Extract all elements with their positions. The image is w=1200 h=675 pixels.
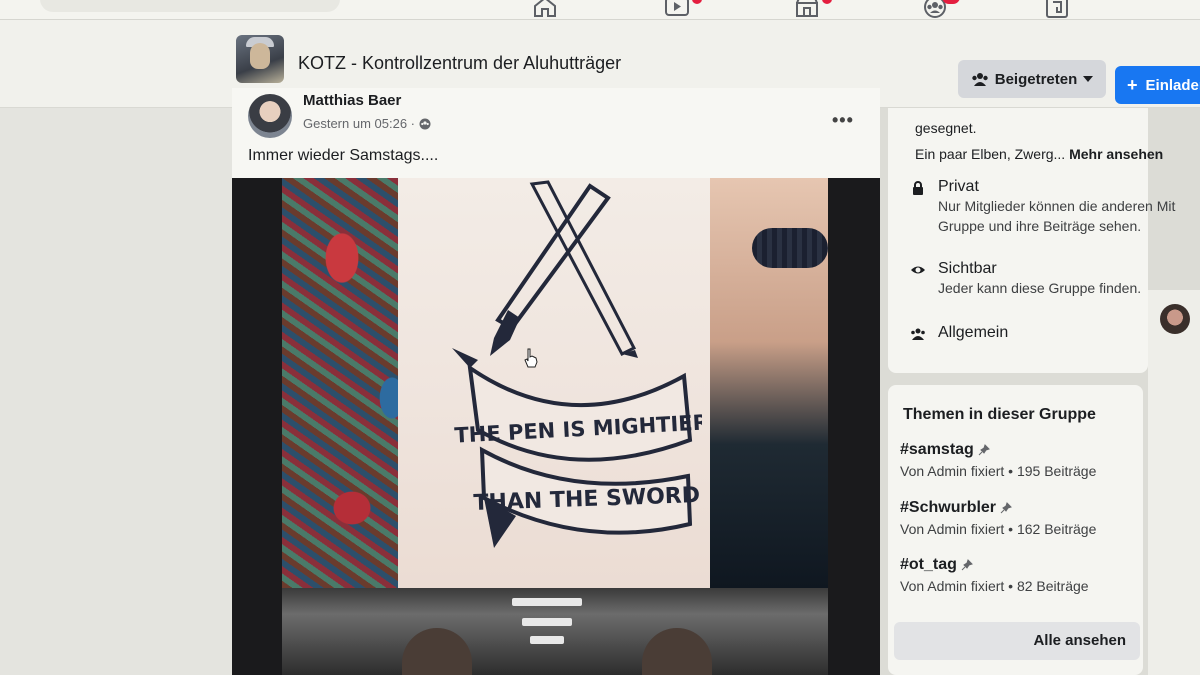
post-time-text: Gestern um 05:26 · bbox=[303, 116, 415, 131]
topic-tag: #Schwurbler bbox=[900, 499, 997, 516]
topic-meta: Von Admin fixiert • 82 Beiträge bbox=[900, 578, 1089, 594]
avatar-face-shape bbox=[250, 43, 270, 69]
members-icon bbox=[972, 73, 988, 86]
group-avatar[interactable] bbox=[236, 35, 284, 83]
contact-avatar[interactable] bbox=[1160, 304, 1190, 334]
joined-button[interactable]: Beigetreten bbox=[958, 60, 1106, 98]
topic-item[interactable]: #samstag Von Admin fixiert • 195 Beiträg… bbox=[900, 441, 1096, 479]
topic-meta: Von Admin fixiert • 195 Beiträge bbox=[900, 463, 1097, 479]
privacy-description-line1: Nur Mitglieder können die anderen Mit bbox=[938, 198, 1176, 214]
eye-icon bbox=[911, 266, 925, 274]
post-timestamp[interactable]: Gestern um 05:26 · bbox=[303, 116, 431, 131]
person-right bbox=[642, 628, 712, 675]
ceiling-light bbox=[522, 618, 572, 626]
pin-icon bbox=[961, 559, 973, 571]
shop-icon bbox=[796, 0, 818, 17]
topic-meta: Von Admin fixiert • 162 Beiträge bbox=[900, 521, 1097, 537]
topic-item[interactable]: #ot_tag Von Admin fixiert • 82 Beiträge bbox=[900, 556, 1089, 594]
more-options-icon[interactable]: ••• bbox=[832, 110, 854, 131]
ceiling-light bbox=[530, 636, 564, 644]
group-about-card: gesegnet. Ein paar Elben, Zwerg... Mehr … bbox=[888, 108, 1175, 373]
video-icon bbox=[665, 0, 689, 16]
topics-title: Themen in dieser Gruppe bbox=[903, 406, 1096, 423]
group-title[interactable]: KOTZ - Kontrollzentrum der Aluhutträger bbox=[298, 53, 621, 74]
caret-down-icon bbox=[1083, 76, 1094, 82]
person-left bbox=[402, 628, 472, 675]
post-text: Immer wieder Samstags.... bbox=[248, 147, 439, 164]
visibility-title: Sichtbar bbox=[938, 260, 997, 277]
plus-icon: + bbox=[1127, 74, 1138, 95]
topic-tag: #ot_tag bbox=[900, 556, 957, 573]
general-row: Allgemein bbox=[910, 324, 1008, 342]
visibility-description: Jeder kann diese Gruppe finden. bbox=[938, 280, 1142, 296]
about-description-line1: gesegnet. bbox=[915, 120, 977, 136]
joined-label: Beigetreten bbox=[994, 70, 1078, 88]
invite-button[interactable]: + Einladen bbox=[1115, 66, 1200, 104]
gaming-icon bbox=[1046, 0, 1068, 18]
home-icon bbox=[534, 0, 556, 17]
author-avatar[interactable] bbox=[248, 94, 292, 138]
top-navigation-bar: 3 bbox=[0, 0, 1200, 20]
second-image-corridor bbox=[282, 588, 828, 675]
hand-cursor-icon bbox=[524, 348, 538, 368]
left-empty-column bbox=[0, 108, 232, 675]
sword-shape bbox=[529, 180, 638, 358]
topics-card: Themen in dieser Gruppe #samstag Von Adm… bbox=[888, 385, 1143, 675]
privacy-row: Privat Nur Mitglieder können die anderen… bbox=[910, 178, 1175, 236]
audience-group-icon bbox=[419, 118, 431, 129]
see-all-topics-button[interactable]: Alle ansehen bbox=[894, 622, 1140, 660]
general-title: Allgemein bbox=[938, 324, 1009, 341]
pin-icon bbox=[978, 444, 990, 456]
about-description-text: Ein paar Elben, Zwerg... bbox=[915, 146, 1066, 162]
bracelet bbox=[752, 228, 828, 268]
invite-label: Einladen bbox=[1145, 76, 1200, 94]
ceiling-light bbox=[512, 598, 582, 606]
visibility-row: Sichtbar Jeder kann diese Gruppe finden. bbox=[910, 260, 1141, 298]
watch-badge bbox=[692, 0, 702, 4]
home-nav-button[interactable] bbox=[532, 0, 558, 18]
post-image[interactable]: THE PEN IS MIGHTIER THAN THE SWORD bbox=[232, 178, 880, 675]
post-card: Matthias Baer Gestern um 05:26 · ••• Imm… bbox=[232, 88, 880, 675]
lock-icon bbox=[913, 181, 923, 195]
chat-sidebar bbox=[1148, 290, 1200, 675]
fountain-pen-shape bbox=[490, 183, 611, 356]
tattoo-illustration: THE PEN IS MIGHTIER THAN THE SWORD bbox=[452, 180, 702, 548]
groups-nav-button[interactable]: 3 bbox=[922, 0, 960, 18]
pin-icon bbox=[1000, 502, 1012, 514]
watch-nav-button[interactable] bbox=[664, 0, 702, 18]
marketplace-nav-button[interactable] bbox=[794, 0, 832, 18]
topic-tag: #samstag bbox=[900, 441, 974, 458]
privacy-description-line2: Gruppe und ihre Beiträge sehen. bbox=[938, 218, 1142, 234]
author-name[interactable]: Matthias Baer bbox=[303, 92, 401, 109]
privacy-title: Privat bbox=[938, 178, 979, 195]
topic-item[interactable]: #Schwurbler Von Admin fixiert • 162 Beit… bbox=[900, 499, 1096, 537]
search-bar[interactable] bbox=[40, 0, 340, 12]
gaming-nav-button[interactable] bbox=[1044, 0, 1070, 18]
members-icon bbox=[911, 328, 925, 340]
marketplace-badge bbox=[822, 0, 832, 4]
about-description-line2: Ein paar Elben, Zwerg... Mehr ansehen bbox=[915, 146, 1163, 162]
see-more-link[interactable]: Mehr ansehen bbox=[1069, 146, 1163, 162]
